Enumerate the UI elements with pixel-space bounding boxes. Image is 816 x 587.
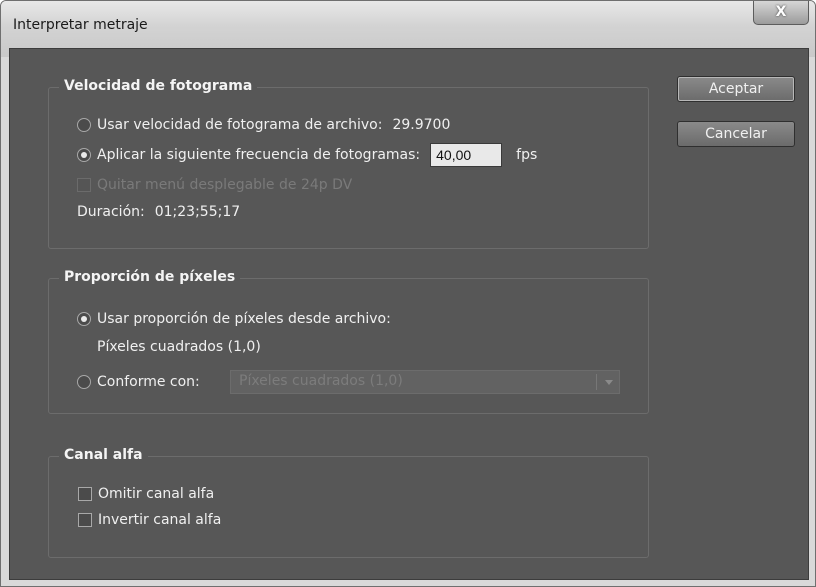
invert-alpha-label: Invertir canal alfa — [98, 512, 222, 528]
conform-aspect-dropdown: Píxeles cuadrados (1,0) — [230, 370, 620, 394]
cancel-button[interactable]: Cancelar — [677, 121, 795, 147]
dialog-content: Velocidad de fotograma Usar velocidad de… — [9, 48, 809, 580]
use-file-aspect-label: Usar proporción de píxeles desde archivo… — [97, 311, 391, 327]
file-frame-rate-value: 29.9700 — [392, 117, 451, 133]
close-button[interactable]: X — [753, 1, 809, 25]
use-file-frame-rate-radio[interactable] — [77, 118, 91, 132]
invert-alpha-checkbox[interactable] — [78, 513, 92, 527]
ok-button[interactable]: Aceptar — [677, 76, 795, 102]
conform-aspect-option[interactable]: Conforme con: — [77, 374, 200, 390]
invert-alpha-option[interactable]: Invertir canal alfa — [78, 512, 221, 528]
duration-label: Duración: — [77, 204, 145, 220]
pixel-aspect-group-title: Proporción de píxeles — [59, 269, 241, 285]
window-title: Interpretar metraje — [13, 17, 148, 33]
assume-frame-rate-option[interactable]: Aplicar la siguiente frecuencia de fotog… — [77, 143, 537, 167]
use-file-aspect-radio[interactable] — [77, 312, 91, 326]
alpha-channel-group: Canal alfa — [48, 447, 649, 558]
alpha-channel-group-title: Canal alfa — [59, 447, 148, 463]
frame-rate-group-title: Velocidad de fotograma — [59, 78, 258, 94]
conform-aspect-radio[interactable] — [77, 375, 91, 389]
use-file-frame-rate-label: Usar velocidad de fotograma de archivo: — [97, 117, 383, 133]
use-file-aspect-option[interactable]: Usar proporción de píxeles desde archivo… — [77, 311, 391, 327]
frame-rate-group: Velocidad de fotograma — [48, 78, 649, 249]
remove-pulldown-label: Quitar menú desplegable de 24p DV — [97, 177, 353, 193]
remove-pulldown-checkbox — [77, 178, 91, 192]
conform-aspect-label: Conforme con: — [97, 374, 200, 390]
fps-unit-label: fps — [516, 147, 538, 163]
ignore-alpha-option[interactable]: Omitir canal alfa — [78, 486, 214, 502]
duration-value: 01;23;55;17 — [154, 204, 241, 220]
ignore-alpha-checkbox[interactable] — [78, 487, 92, 501]
chevron-down-icon — [605, 380, 613, 385]
conform-aspect-dropdown-value: Píxeles cuadrados (1,0) — [239, 373, 403, 389]
fps-input[interactable] — [430, 143, 503, 167]
assume-frame-rate-radio[interactable] — [77, 148, 91, 162]
ignore-alpha-label: Omitir canal alfa — [98, 486, 215, 502]
dialog-window: Interpretar metraje X Velocidad de fotog… — [0, 0, 816, 587]
duration-row: Duración: 01;23;55;17 — [77, 204, 240, 220]
remove-pulldown-option: Quitar menú desplegable de 24p DV — [77, 177, 352, 193]
file-aspect-value: Píxeles cuadrados (1,0) — [97, 339, 261, 355]
use-file-frame-rate-option[interactable]: Usar velocidad de fotograma de archivo: … — [77, 117, 450, 133]
dropdown-separator — [596, 374, 597, 390]
assume-frame-rate-label: Aplicar la siguiente frecuencia de fotog… — [97, 147, 421, 163]
